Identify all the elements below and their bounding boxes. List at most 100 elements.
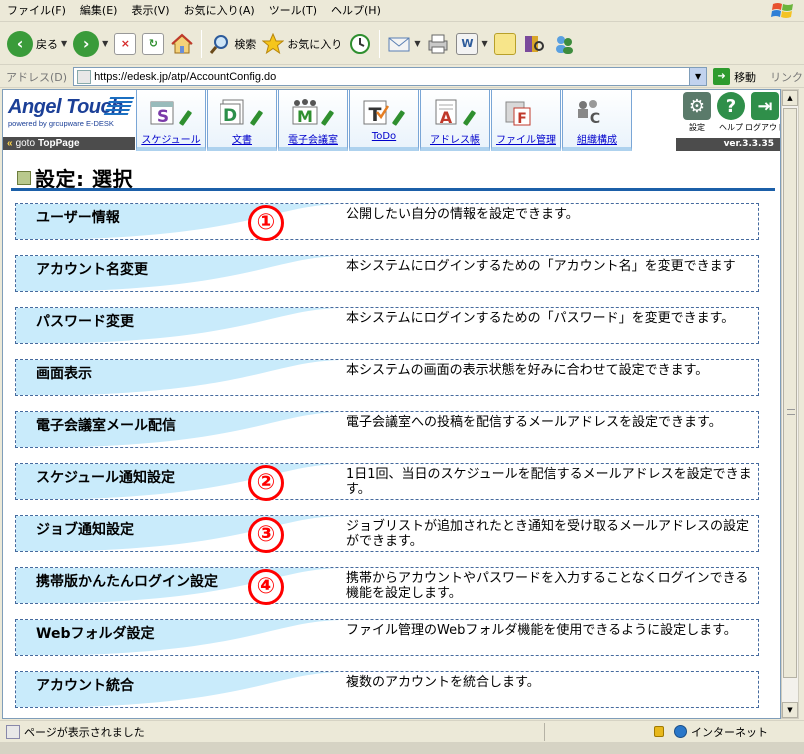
- favorites-button[interactable]: お気に入り: [259, 27, 345, 61]
- setting-link-schedule-notify[interactable]: スケジュール通知設定: [36, 467, 175, 487]
- globe-icon: [674, 725, 687, 738]
- menu-favorites[interactable]: お気に入り(A): [177, 0, 262, 22]
- module-address-book[interactable]: A アドレス帳: [420, 90, 490, 151]
- setting-name-cell: 携帯版かんたんログイン設定: [16, 568, 340, 603]
- module-label: 組織構成: [577, 135, 617, 146]
- setting-row-account-name[interactable]: アカウント名変更 本システムにログインするための「アカウント名」を変更できます: [15, 255, 759, 292]
- module-label: 電子会議室: [288, 135, 338, 146]
- module-documents[interactable]: D 文書: [207, 90, 277, 151]
- scroll-thumb[interactable]: [783, 108, 797, 678]
- settings-button[interactable]: ⚙ 設定: [682, 92, 712, 133]
- menu-tools[interactable]: ツール(T): [262, 0, 324, 22]
- annotation-badge-3: ③: [248, 517, 284, 553]
- forward-arrow-icon: ›: [73, 30, 100, 57]
- address-box[interactable]: ▼: [73, 67, 708, 86]
- help-button[interactable]: ? ヘルプ: [716, 92, 746, 133]
- brand-logo[interactable]: Angel Touch powered by grcupware E-DESK: [3, 90, 135, 137]
- module-schedule[interactable]: S スケジュール: [136, 90, 206, 151]
- setting-link-password[interactable]: パスワード変更: [36, 311, 134, 331]
- setting-link-job-notify[interactable]: ジョブ通知設定: [36, 519, 134, 539]
- edit-button[interactable]: W ▼: [453, 27, 490, 61]
- setting-link-mobile-login[interactable]: 携帯版かんたんログイン設定: [36, 571, 218, 591]
- setting-name-cell: Webフォルダ設定: [16, 620, 340, 655]
- print-button[interactable]: [423, 27, 453, 61]
- chevron-down-icon: ▼: [61, 39, 68, 48]
- setting-link-display[interactable]: 画面表示: [36, 363, 92, 383]
- setting-row-display[interactable]: 画面表示 本システムの画面の表示状態を好みに合わせて設定できます。: [15, 359, 759, 396]
- setting-row-meeting-mail[interactable]: 電子会議室メール配信 電子会議室への投稿を配信するメールアドレスを設定できます。: [15, 411, 759, 448]
- setting-row-mobile-login[interactable]: 携帯版かんたんログイン設定 携帯からアカウントやパスワードを入力することなくログ…: [15, 567, 759, 605]
- setting-link-user-info[interactable]: ユーザー情報: [36, 207, 120, 227]
- svg-text:A: A: [440, 108, 453, 126]
- research-button[interactable]: [519, 27, 549, 61]
- history-button[interactable]: [345, 27, 375, 61]
- setting-description: ジョブリストが追加されたとき通知を受け取るメールアドレスの設定ができます。: [346, 519, 750, 549]
- research-icon: [524, 35, 544, 52]
- menu-file[interactable]: ファイル(F): [0, 0, 73, 22]
- setting-row-password[interactable]: パスワード変更 本システムにログインするための「パスワード」を変更できます。: [15, 307, 759, 344]
- version-label: ver.3.3.35: [676, 138, 780, 151]
- printer-icon: [428, 34, 448, 53]
- stop-icon: ×: [114, 32, 137, 55]
- setting-link-account-name[interactable]: アカウント名変更: [36, 259, 148, 279]
- lock-icon[interactable]: [654, 726, 664, 737]
- zone-label: インターネット: [691, 725, 768, 739]
- grip-icon: [787, 409, 795, 415]
- forward-button[interactable]: › ▼: [70, 27, 111, 61]
- module-file-management[interactable]: F ファイル管理: [491, 90, 561, 151]
- toolbar-separator: [201, 29, 203, 58]
- mail-button[interactable]: ▼: [384, 27, 423, 61]
- page-favicon-icon: [77, 69, 92, 84]
- setting-link-account-merge[interactable]: アカウント統合: [36, 675, 134, 695]
- system-icons: ⚙ 設定 ? ヘルプ ⇥ ログアウト: [682, 92, 780, 133]
- setting-name-cell: 電子会議室メール配信: [16, 412, 340, 447]
- discuss-button[interactable]: [491, 27, 519, 61]
- logout-button[interactable]: ⇥ ログアウト: [745, 92, 780, 133]
- refresh-icon: ↻: [142, 32, 165, 55]
- stop-button[interactable]: ×: [111, 27, 139, 61]
- status-divider: [544, 722, 545, 741]
- scroll-down-button[interactable]: ▼: [782, 702, 798, 718]
- toolbar-separator: [379, 29, 381, 58]
- home-button[interactable]: [167, 27, 197, 61]
- module-organization[interactable]: C 組織構成: [562, 90, 632, 151]
- app-header: Angel Touch powered by grcupware E-DESK …: [3, 90, 780, 151]
- goto-toppage-link[interactable]: « goto TopPage: [3, 137, 135, 150]
- goto-label: TopPage: [38, 138, 80, 149]
- scroll-up-button[interactable]: ▲: [782, 90, 798, 106]
- search-button[interactable]: 検索: [206, 27, 259, 61]
- module-meeting-room[interactable]: M 電子会議室: [278, 90, 348, 151]
- menu-edit[interactable]: 編集(E): [73, 0, 125, 22]
- vertical-scrollbar[interactable]: ▲ ▼: [781, 89, 799, 719]
- chevron-down-icon: ▼: [481, 39, 488, 48]
- search-label: 検索: [234, 37, 257, 51]
- go-button[interactable]: ➜ 移動: [713, 68, 756, 85]
- menu-view[interactable]: 表示(V): [124, 0, 176, 22]
- pencil-icon: [178, 110, 193, 126]
- messenger-button[interactable]: [549, 27, 579, 61]
- setting-link-meeting-mail[interactable]: 電子会議室メール配信: [36, 415, 176, 435]
- svg-text:M: M: [297, 107, 313, 126]
- setting-row-user-info[interactable]: ユーザー情報 公開したい自分の情報を設定できます。 ①: [15, 203, 759, 241]
- module-label: ToDo: [371, 131, 397, 142]
- setting-row-schedule-notify[interactable]: スケジュール通知設定 1日1回、当日のスケジュールを配信するメールアドレスを設定…: [15, 463, 759, 501]
- setting-row-job-notify[interactable]: ジョブ通知設定 ジョブリストが追加されたとき通知を受け取るメールアドレスの設定が…: [15, 515, 759, 553]
- address-input[interactable]: [94, 70, 685, 83]
- links-button[interactable]: リンク: [770, 69, 803, 85]
- back-button[interactable]: ‹ 戻る ▼: [4, 27, 70, 61]
- status-bar: ページが表示されました インターネット: [0, 720, 804, 742]
- annotation-badge-4: ④: [248, 569, 284, 605]
- address-dropdown-button[interactable]: ▼: [689, 68, 707, 85]
- pencil-icon: [462, 110, 477, 126]
- setting-link-web-folder[interactable]: Webフォルダ設定: [36, 623, 154, 643]
- setting-name-cell: アカウント名変更: [16, 256, 340, 291]
- help-label: ヘルプ: [719, 123, 743, 132]
- setting-name-cell: 画面表示: [16, 360, 340, 395]
- setting-row-account-merge[interactable]: アカウント統合 複数のアカウントを統合します。: [15, 671, 759, 708]
- setting-description: 本システムにログインするための「アカウント名」を変更できます: [346, 259, 736, 274]
- refresh-button[interactable]: ↻: [139, 27, 167, 61]
- setting-description: 電子会議室への投稿を配信するメールアドレスを設定できます。: [346, 415, 722, 430]
- menu-help[interactable]: ヘルプ(H): [324, 0, 388, 22]
- setting-row-web-folder[interactable]: Webフォルダ設定 ファイル管理のWebフォルダ機能を使用できるように設定します…: [15, 619, 759, 656]
- module-todo[interactable]: T ToDo: [349, 90, 419, 151]
